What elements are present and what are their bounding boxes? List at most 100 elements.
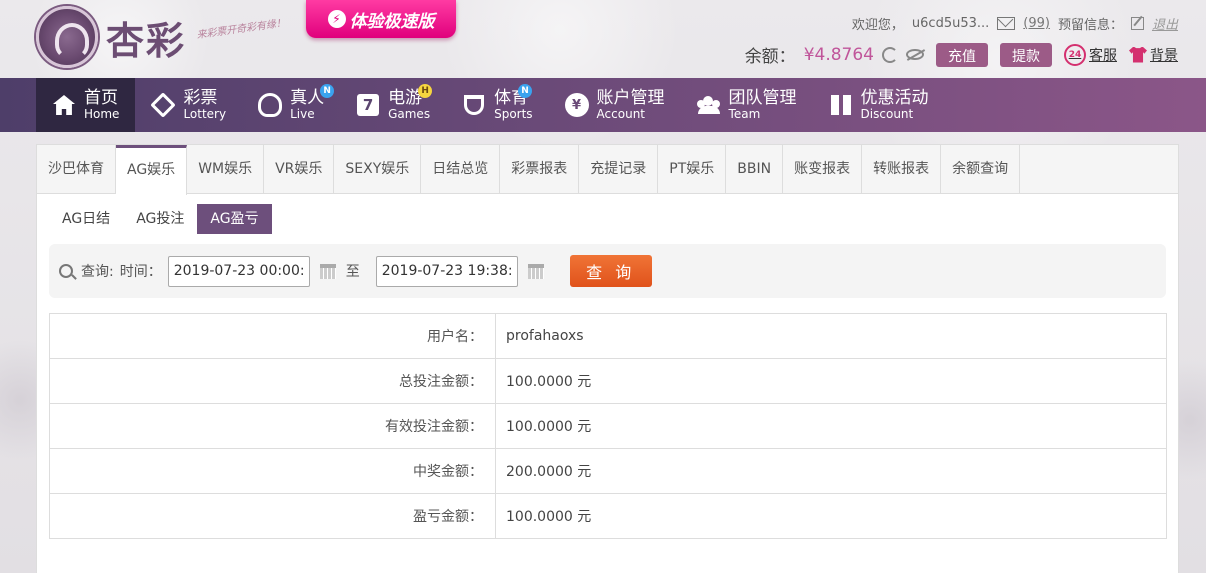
logo-text: 杏彩 bbox=[106, 17, 187, 63]
table-row: 总投注金额： 100.0000 元 bbox=[49, 358, 1167, 404]
row-value: 200.0000 元 bbox=[495, 448, 1167, 494]
balance-line: 余额： ¥4.8764 充值 提款 24 客服 背景 bbox=[745, 42, 1178, 67]
slot-seven-icon: 7 bbox=[356, 93, 380, 117]
promo-badge-label: 体验极速版 bbox=[349, 11, 435, 32]
nav-item-sports[interactable]: 体育 Sports N bbox=[446, 78, 548, 132]
logo-slogan: 来彩票开奇彩有缘！ bbox=[195, 17, 287, 41]
tab-transfer-report[interactable]: 转账报表 bbox=[862, 145, 942, 193]
nav-item-live[interactable]: 真人 Live N bbox=[242, 78, 340, 132]
nav-item-team[interactable]: 团队管理 Team bbox=[681, 78, 813, 132]
subtab-ag-profit[interactable]: AG盈亏 bbox=[197, 204, 272, 234]
report-panel: 沙巴体育 AG娱乐 WM娱乐 VR娱乐 SEXY娱乐 日结总览 彩票报表 充提记… bbox=[36, 144, 1179, 573]
refresh-icon[interactable] bbox=[882, 46, 898, 63]
nav-sublabel: Account bbox=[596, 106, 645, 121]
home-icon bbox=[52, 93, 76, 117]
tab-sexy[interactable]: SEXY娱乐 bbox=[334, 145, 422, 193]
start-date-input[interactable] bbox=[167, 255, 310, 287]
balance-value: ¥4.8764 bbox=[803, 44, 874, 65]
row-label: 有效投注金额： bbox=[49, 403, 496, 449]
nav-sublabel: Home bbox=[84, 106, 120, 121]
header: 杏彩 来彩票开奇彩有缘！ ⚡ 体验极速版 欢迎您， u6cd5u53... (9… bbox=[0, 0, 1206, 78]
nav-label: 首页 bbox=[84, 87, 118, 108]
ticket-icon bbox=[150, 92, 177, 118]
end-date-input[interactable] bbox=[375, 255, 518, 287]
logo-emblem-icon bbox=[36, 6, 98, 68]
dealer-icon bbox=[258, 93, 283, 117]
table-row: 中奖金额： 200.0000 元 bbox=[49, 448, 1167, 494]
withdraw-button[interactable]: 提款 bbox=[1000, 42, 1052, 67]
query-bar: 查询: 时间： 至 查 询 bbox=[49, 244, 1166, 298]
balance-label: 余额： bbox=[744, 47, 796, 67]
gift-icon bbox=[829, 93, 853, 117]
nav-label: 彩票 bbox=[183, 87, 218, 108]
new-badge: N bbox=[518, 84, 533, 98]
nav-item-home[interactable]: 首页 Home bbox=[36, 78, 136, 132]
nav-label: 账户管理 bbox=[596, 87, 665, 108]
coin-icon: ¥ bbox=[564, 93, 589, 117]
tab-bbin[interactable]: BBIN bbox=[726, 145, 784, 193]
result-table: 用户名： profahaoxs 总投注金额： 100.0000 元 有效投注金额… bbox=[49, 313, 1167, 539]
tab-balance-query[interactable]: 余额查询 bbox=[941, 145, 1021, 193]
customer-service-label: 客服 bbox=[1089, 47, 1117, 64]
report-tabs: 沙巴体育 AG娱乐 WM娱乐 VR娱乐 SEXY娱乐 日结总览 彩票报表 充提记… bbox=[37, 145, 1178, 195]
customer-service-link[interactable]: 24 客服 bbox=[1064, 43, 1117, 66]
logout-link[interactable]: 退出 bbox=[1152, 14, 1178, 33]
nav-label: 团队管理 bbox=[728, 87, 797, 108]
tab-account-change[interactable]: 账变报表 bbox=[783, 145, 863, 193]
hot-badge: H bbox=[418, 84, 433, 98]
row-label: 用户名： bbox=[49, 313, 496, 359]
nav-sublabel: Sports bbox=[494, 106, 533, 121]
mail-icon[interactable] bbox=[997, 17, 1016, 30]
row-value: profahaoxs bbox=[495, 313, 1167, 359]
nav-sublabel: Lottery bbox=[183, 106, 227, 121]
mail-count[interactable]: (99) bbox=[1023, 16, 1050, 31]
row-label: 总投注金额： bbox=[49, 358, 496, 404]
table-row: 用户名： profahaoxs bbox=[49, 313, 1167, 359]
tab-daily-overview[interactable]: 日结总览 bbox=[421, 145, 501, 193]
promo-badge[interactable]: ⚡ 体验极速版 bbox=[306, 0, 456, 38]
subtab-ag-bets[interactable]: AG投注 bbox=[123, 204, 197, 234]
row-label: 盈亏金额： bbox=[49, 493, 496, 539]
tab-pt[interactable]: PT娱乐 bbox=[658, 145, 727, 193]
nav-item-lottery[interactable]: 彩票 Lottery bbox=[135, 78, 242, 132]
logo[interactable]: 杏彩 来彩票开奇彩有缘！ bbox=[36, 6, 287, 68]
calendar-icon[interactable] bbox=[527, 263, 544, 279]
team-icon bbox=[697, 93, 721, 117]
row-value: 100.0000 元 bbox=[495, 493, 1167, 539]
shirt-icon bbox=[1129, 46, 1147, 63]
edit-icon[interactable] bbox=[1130, 17, 1144, 30]
time-label: 时间： bbox=[119, 264, 162, 280]
background-label: 背景 bbox=[1150, 47, 1178, 64]
recharge-button[interactable]: 充值 bbox=[936, 42, 988, 67]
query-button[interactable]: 查 询 bbox=[569, 255, 652, 287]
calendar-icon[interactable] bbox=[319, 263, 336, 279]
new-badge: N bbox=[320, 84, 335, 98]
row-value: 100.0000 元 bbox=[495, 358, 1167, 404]
row-value: 100.0000 元 bbox=[495, 403, 1167, 449]
table-row: 有效投注金额： 100.0000 元 bbox=[49, 403, 1167, 449]
row-label: 中奖金额： bbox=[49, 448, 496, 494]
nav-sublabel: Team bbox=[728, 106, 761, 121]
hide-balance-icon[interactable] bbox=[906, 49, 924, 60]
nav-label: 优惠活动 bbox=[860, 87, 929, 108]
main-nav: 首页 Home 彩票 Lottery 真人 Live N 7 电游 Games … bbox=[0, 78, 1206, 132]
background-link[interactable]: 背景 bbox=[1129, 45, 1178, 65]
tab-wm[interactable]: WM娱乐 bbox=[187, 145, 265, 193]
tab-lottery-report[interactable]: 彩票报表 bbox=[500, 145, 580, 193]
nav-item-discount[interactable]: 优惠活动 Discount bbox=[813, 78, 945, 132]
user-info-line: 欢迎您， u6cd5u53... (99) 预留信息： 退出 bbox=[852, 14, 1178, 33]
subtab-ag-daily[interactable]: AG日结 bbox=[49, 204, 123, 234]
tab-deposit-records[interactable]: 充提记录 bbox=[579, 145, 659, 193]
to-label: 至 bbox=[345, 264, 360, 280]
nav-item-games[interactable]: 7 电游 Games H bbox=[340, 78, 446, 132]
nav-sublabel: Discount bbox=[860, 106, 914, 121]
reserve-info-label: 预留信息： bbox=[1057, 18, 1123, 33]
tab-ag[interactable]: AG娱乐 bbox=[116, 145, 188, 195]
sub-tabs: AG日结 AG投注 AG盈亏 bbox=[37, 194, 1178, 234]
lightning-icon: ⚡ bbox=[327, 10, 346, 28]
nav-sublabel: Games bbox=[388, 106, 431, 121]
tab-shaba-sports[interactable]: 沙巴体育 bbox=[37, 145, 116, 193]
nav-item-account[interactable]: ¥ 账户管理 Account bbox=[549, 78, 681, 132]
tab-vr[interactable]: VR娱乐 bbox=[264, 145, 335, 193]
query-label: 查询: bbox=[81, 264, 114, 280]
